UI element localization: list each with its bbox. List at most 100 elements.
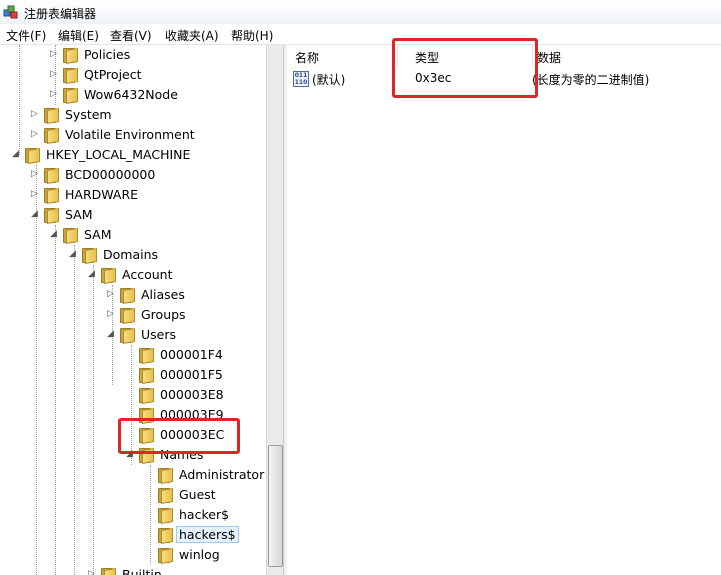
annotation-highlight-type-column xyxy=(392,38,538,98)
folder-icon xyxy=(118,307,135,325)
folder-icon xyxy=(42,107,59,125)
tree-node-label: SAM xyxy=(84,227,112,242)
scrollbar-thumb[interactable] xyxy=(268,445,283,567)
tree-node[interactable]: Guest xyxy=(0,485,266,505)
folder-icon xyxy=(156,467,173,485)
tree-node[interactable]: Administrator xyxy=(0,465,266,485)
folder-icon xyxy=(61,227,78,245)
tree-node[interactable]: ◢ HKEY_LOCAL_MACHINE xyxy=(0,145,266,165)
folder-icon xyxy=(42,207,59,225)
tree-node[interactable]: 000001F4 xyxy=(0,345,266,365)
tree-node[interactable]: ◢ Account xyxy=(0,265,266,285)
tree-node-label: HKEY_LOCAL_MACHINE xyxy=(46,147,191,162)
tree-node[interactable]: ◢ Users xyxy=(0,325,266,345)
tree-node[interactable]: ◢ Domains xyxy=(0,245,266,265)
tree-node[interactable]: ▷ Wow6432Node xyxy=(0,85,266,105)
tree-node-label: Policies xyxy=(84,47,131,62)
folder-icon xyxy=(156,547,173,565)
menu-file[interactable]: 文件(F) xyxy=(6,27,46,44)
collapse-arrow-icon[interactable]: ◢ xyxy=(30,210,39,219)
tree-node[interactable]: winlog xyxy=(0,545,266,565)
folder-icon xyxy=(42,167,59,185)
tree-node-label: 000001F4 xyxy=(160,347,223,362)
tree-node-label: Users xyxy=(141,327,177,342)
column-header-name[interactable]: 名称 xyxy=(287,45,397,67)
annotation-highlight-000003EC xyxy=(118,418,240,454)
folder-icon xyxy=(137,387,154,405)
tree-node[interactable]: ▷ Volatile Environment xyxy=(0,125,266,145)
collapse-arrow-icon[interactable]: ◢ xyxy=(49,230,58,239)
folder-icon xyxy=(99,267,116,285)
expand-arrow-icon[interactable]: ▷ xyxy=(30,190,39,199)
menu-bar: 文件(F) 编辑(E) 查看(V) 收藏夹(A) 帮助(H) xyxy=(0,24,721,45)
menu-edit[interactable]: 编辑(E) xyxy=(58,27,99,44)
tree-node[interactable]: ▷ BCD00000000 xyxy=(0,165,266,185)
tree-node-label: Administrator xyxy=(179,467,265,482)
folder-icon xyxy=(118,287,135,305)
tree-node[interactable]: hacker$ xyxy=(0,505,266,525)
folder-icon xyxy=(23,147,40,165)
folder-icon xyxy=(137,347,154,365)
tree-node-label: hackers$ xyxy=(176,526,239,543)
folder-icon xyxy=(99,567,116,575)
expand-arrow-icon[interactable]: ▷ xyxy=(49,50,58,59)
folder-icon xyxy=(137,367,154,385)
expand-arrow-icon[interactable]: ▷ xyxy=(30,110,39,119)
expand-arrow-icon[interactable]: ▷ xyxy=(30,170,39,179)
folder-icon xyxy=(80,247,97,265)
tree-node[interactable]: ▷ System xyxy=(0,105,266,125)
tree-node-label: Guest xyxy=(179,487,216,502)
tree-node[interactable]: ▷ HARDWARE xyxy=(0,185,266,205)
tree-node-label: 000003E8 xyxy=(160,387,224,402)
column-header-label: 数据 xyxy=(537,51,562,65)
expand-arrow-icon[interactable]: ▷ xyxy=(49,70,58,79)
folder-icon xyxy=(61,67,78,85)
registry-value-list[interactable]: 名称 类型 数据 011 110 (默认) 0x3ec (长度为零的二进制值) xyxy=(287,45,721,575)
tree-node[interactable]: ▷ Aliases xyxy=(0,285,266,305)
tree-node[interactable]: ▷ Groups xyxy=(0,305,266,325)
tree-node-label: SAM xyxy=(65,207,93,222)
tree-node-label: BCD00000000 xyxy=(65,167,156,182)
folder-icon xyxy=(156,507,173,525)
window-title: 注册表编辑器 xyxy=(24,7,97,21)
expand-arrow-icon[interactable]: ▷ xyxy=(106,310,115,319)
tree-node-label: Account xyxy=(122,267,173,282)
tree-node[interactable]: ◢ SAM xyxy=(0,225,266,245)
folder-icon xyxy=(118,327,135,345)
tree-node-label: System xyxy=(65,107,112,122)
column-header-label: 名称 xyxy=(295,51,320,65)
collapse-arrow-icon[interactable]: ◢ xyxy=(11,150,20,159)
tree-node[interactable]: ▷ QtProject xyxy=(0,65,266,85)
tree-node-selected[interactable]: hackers$ xyxy=(0,525,266,545)
binary-value-icon: 011 110 xyxy=(293,71,309,87)
tree-node[interactable]: 000001F5 xyxy=(0,365,266,385)
menu-help[interactable]: 帮助(H) xyxy=(231,27,273,44)
registry-key-tree[interactable]: ▷ Policies ▷ QtProject ▷ Wow6432Node ▷ S… xyxy=(0,45,266,575)
tree-vertical-scrollbar[interactable] xyxy=(266,45,283,575)
open-folder-icon xyxy=(156,527,173,545)
collapse-arrow-icon[interactable]: ◢ xyxy=(87,270,96,279)
tree-node-label: QtProject xyxy=(84,67,142,82)
collapse-arrow-icon[interactable]: ◢ xyxy=(106,330,115,339)
column-header-data[interactable]: 数据 xyxy=(533,45,721,67)
tree-node-label: hacker$ xyxy=(179,507,230,522)
tree-node-label: Volatile Environment xyxy=(65,127,195,142)
menu-view[interactable]: 查看(V) xyxy=(110,27,152,44)
folder-icon xyxy=(61,87,78,105)
tree-node-label: Wow6432Node xyxy=(84,87,178,102)
folder-icon xyxy=(61,47,78,65)
menu-favorites[interactable]: 收藏夹(A) xyxy=(165,27,219,44)
title-bar: 注册表编辑器 xyxy=(0,0,721,24)
tree-node[interactable]: ▷ Builtin xyxy=(0,565,266,575)
expand-arrow-icon[interactable]: ▷ xyxy=(106,290,115,299)
collapse-arrow-icon[interactable]: ◢ xyxy=(68,250,77,259)
expand-arrow-icon[interactable]: ▷ xyxy=(49,90,58,99)
tree-node[interactable]: 000003E8 xyxy=(0,385,266,405)
folder-icon xyxy=(156,487,173,505)
expand-arrow-icon[interactable]: ▷ xyxy=(30,130,39,139)
tree-node[interactable]: ◢ SAM xyxy=(0,205,266,225)
tree-node[interactable]: ▷ Policies xyxy=(0,45,266,65)
tree-node-label: Groups xyxy=(141,307,186,322)
regedit-app-icon xyxy=(3,5,18,19)
expand-arrow-icon[interactable]: ▷ xyxy=(87,570,96,575)
